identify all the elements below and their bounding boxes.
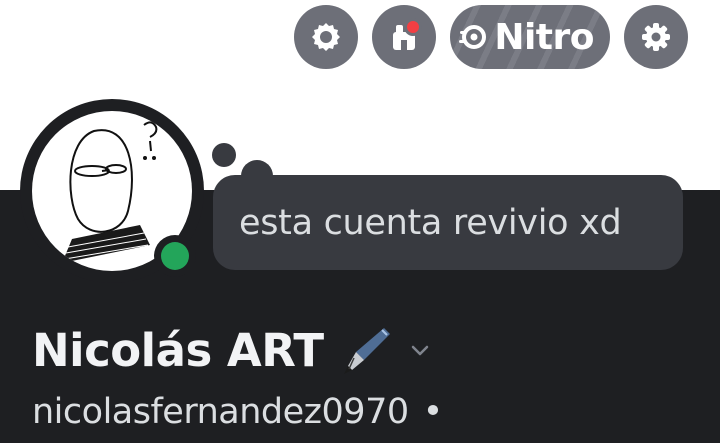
display-name-row[interactable]: Nicolás ART bbox=[32, 318, 432, 382]
shop-button[interactable] bbox=[372, 5, 437, 69]
quests-icon bbox=[312, 23, 341, 51]
settings-button[interactable] bbox=[624, 5, 688, 69]
nitro-icon bbox=[459, 25, 487, 49]
quests-button[interactable] bbox=[294, 5, 359, 69]
fountain-pen-icon bbox=[343, 328, 390, 374]
custom-status-text: esta cuenta revivio xd bbox=[239, 202, 622, 243]
nitro-label: Nitro bbox=[494, 16, 594, 58]
chevron-down-icon[interactable] bbox=[408, 338, 432, 362]
profile-header-actions: Nitro bbox=[294, 5, 688, 69]
online-status-indicator bbox=[154, 235, 196, 277]
custom-status-bubble[interactable]: esta cuenta revivio xd bbox=[213, 175, 683, 270]
username[interactable]: nicolasfernandez0970 bbox=[32, 392, 409, 432]
username-row: nicolasfernandez0970 • bbox=[32, 386, 443, 438]
display-name: Nicolás ART bbox=[32, 323, 324, 377]
thought-bubble-dot-small bbox=[212, 143, 236, 167]
settings-icon bbox=[642, 23, 670, 51]
username-separator: • bbox=[422, 392, 444, 432]
nitro-button[interactable]: Nitro bbox=[450, 5, 610, 69]
status-dot bbox=[161, 242, 189, 270]
